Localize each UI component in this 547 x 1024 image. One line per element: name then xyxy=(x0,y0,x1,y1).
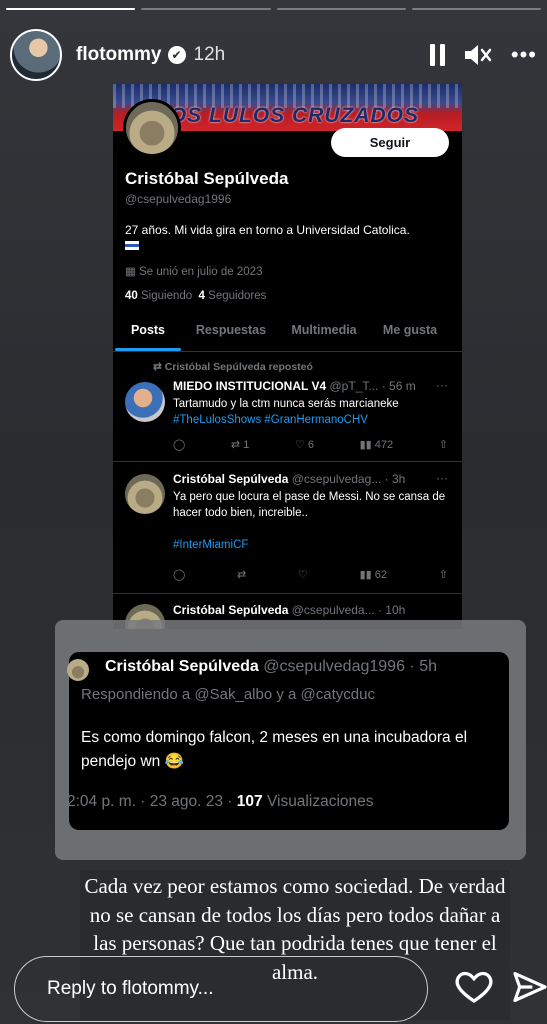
heart-icon[interactable] xyxy=(454,966,494,1006)
repost-label: Cristóbal Sepúlveda reposteó xyxy=(164,361,313,373)
tweet-hashtags[interactable]: #TheLulosShows #GranHermanoCHV xyxy=(173,414,368,426)
share-icon[interactable]: ⇧ xyxy=(439,438,448,451)
progress-segment xyxy=(6,8,136,10)
tab-me-gusta[interactable]: Me gusta xyxy=(369,316,451,351)
quoted-tweet-author: Cristóbal Sepúlveda xyxy=(105,658,259,675)
following-count[interactable]: 40 xyxy=(125,290,138,302)
tweet-time: · 3h xyxy=(384,472,406,486)
followers-count[interactable]: 4 xyxy=(199,290,205,302)
profile-handle: @csepulvedag1996 xyxy=(125,192,232,206)
repost-icon: ⇄ xyxy=(153,361,165,373)
send-icon[interactable] xyxy=(511,968,547,1006)
story-username[interactable]: flotommy xyxy=(76,44,162,66)
pause-icon[interactable] xyxy=(429,44,445,66)
more-options-icon[interactable]: ••• xyxy=(511,42,537,68)
story-avatar[interactable] xyxy=(10,29,62,81)
bio-text: 27 años. Mi vida gira en torno a Univers… xyxy=(125,223,410,237)
quoted-tweet-views-label: Visualizaciones xyxy=(266,793,374,810)
tweet-actions: ◯ ⇄ 1 ♡ 6 ▮▮ 472 ⇧ xyxy=(173,438,448,451)
tweet-more-icon[interactable]: ··· xyxy=(436,378,448,392)
quoted-tweet-views-count: 107 xyxy=(236,793,263,810)
story-viewer: flotommy ✔ 12h ••• LOS LULOS CRUZADOS Se… xyxy=(0,0,547,1024)
tab-posts[interactable]: Posts xyxy=(113,316,183,351)
share-icon[interactable]: ⇧ xyxy=(439,568,448,581)
tweet-text: Ya pero que locura el pase de Messi. No … xyxy=(173,489,452,553)
tweet-author[interactable]: Cristóbal Sepúlveda xyxy=(173,603,288,617)
tweet-time: · 56 m xyxy=(381,379,416,393)
following-label[interactable]: Siguiendo xyxy=(141,290,192,302)
profile-name: Cristóbal Sepúlveda xyxy=(125,169,289,188)
tweet-item[interactable]: ⇄ Cristóbal Sepúlveda reposteó MIEDO INS… xyxy=(113,352,462,462)
quoted-tweet-meta: 2:04 p. m. · 23 ago. 23 · 107 Visualizac… xyxy=(67,793,374,811)
story-controls: ••• xyxy=(429,42,537,68)
tweet-handle: @csepulvedag... xyxy=(291,472,382,486)
reply-placeholder: Reply to flotommy... xyxy=(47,978,214,999)
tweet-text: Tartamudo y la ctm nunca serás marcianek… xyxy=(173,396,452,428)
quoted-tweet-time: · 5h xyxy=(409,658,437,675)
retweet-action[interactable]: ⇄ 1 xyxy=(231,438,249,451)
follow-button[interactable]: Seguir xyxy=(331,128,449,157)
quoted-tweet-reply-to: Respondiendo a @Sak_albo y a @catycduc xyxy=(81,686,375,703)
repost-indicator: ⇄ Cristóbal Sepúlveda reposteó xyxy=(153,361,313,373)
tweet-body: Tartamudo y la ctm nunca serás marcianek… xyxy=(173,398,399,410)
tweet-more-icon[interactable]: ··· xyxy=(436,471,448,485)
tab-respuestas[interactable]: Respuestas xyxy=(183,316,279,351)
calendar-icon: ▦ xyxy=(125,266,140,278)
tweet-author[interactable]: MIEDO INSTITUCIONAL V4 xyxy=(173,379,326,393)
quoted-tweet-handle: @csepulvedag1996 xyxy=(263,658,405,675)
reply-icon[interactable]: ◯ xyxy=(173,568,185,581)
twitter-profile-screenshot: LOS LULOS CRUZADOS Seguir Cristóbal Sepú… xyxy=(113,84,462,629)
tweet-handle: @csepulveda... xyxy=(291,603,375,617)
tweet-header: Cristóbal Sepúlveda @csepulvedag... · 3h xyxy=(173,472,454,486)
mute-icon[interactable] xyxy=(463,42,493,68)
tweet-header: Cristóbal Sepúlveda @csepulveda... · 10h xyxy=(173,603,454,617)
retweet-count: 1 xyxy=(243,439,250,451)
tweet-body: Ya pero que locura el pase de Messi. No … xyxy=(173,491,446,519)
views-count: 62 xyxy=(374,569,388,581)
story-header: flotommy ✔ 12h ••• xyxy=(10,29,537,81)
quoted-tweet-avatar xyxy=(67,659,89,681)
profile-tabs: Posts Respuestas Multimedia Me gusta xyxy=(113,316,462,352)
tab-multimedia[interactable]: Multimedia xyxy=(279,316,369,351)
tweet-time: · 10h xyxy=(377,603,406,617)
progress-segment xyxy=(411,8,541,10)
views-count: 472 xyxy=(374,439,394,451)
quoted-tweet-header: Cristóbal Sepúlveda @csepulvedag1996 · 5… xyxy=(105,658,437,676)
tweet-actions: ◯ ⇄ ♡ ▮▮ 62 ⇧ xyxy=(173,568,448,581)
retweet-icon[interactable]: ⇄ xyxy=(237,568,246,581)
verified-icon: ✔ xyxy=(167,46,186,64)
finland-flag-icon xyxy=(125,241,139,250)
like-count: 6 xyxy=(307,439,314,451)
story-time: 12h xyxy=(193,44,226,65)
views-action[interactable]: ▮▮ 62 xyxy=(360,568,387,581)
followers-label[interactable]: Seguidores xyxy=(208,290,266,302)
quoted-tweet-text: Es como domingo falcon, 2 meses en una i… xyxy=(81,729,468,770)
progress-segment xyxy=(141,8,271,10)
reply-icon[interactable]: ◯ xyxy=(173,438,185,451)
like-icon[interactable]: ♡ xyxy=(298,568,308,581)
tweet-handle: @pT_T... xyxy=(329,379,379,393)
progress-segment xyxy=(276,8,406,10)
quoted-tweet-frame: Cristóbal Sepúlveda @csepulvedag1996 · 5… xyxy=(55,620,526,860)
quoted-tweet-timestamp: 2:04 p. m. · 23 ago. 23 · xyxy=(67,793,233,810)
tweet-item[interactable]: Cristóbal Sepúlveda @csepulvedag... · 3h… xyxy=(113,462,462,594)
profile-follow-counts: 40 Siguiendo 4 Seguidores xyxy=(125,290,266,302)
joined-text: Se unió en julio de 2023 xyxy=(139,266,263,278)
tweet-hashtags[interactable]: #InterMiamiCF xyxy=(173,539,248,551)
tweet-avatar[interactable] xyxy=(125,382,165,422)
tweet-header: MIEDO INSTITUCIONAL V4 @pT_T... · 56 m xyxy=(173,379,454,393)
reply-input[interactable]: Reply to flotommy... xyxy=(14,956,428,1022)
story-progress-bars xyxy=(6,8,541,10)
profile-avatar xyxy=(123,99,181,157)
tweet-author[interactable]: Cristóbal Sepúlveda xyxy=(173,472,288,486)
tweet-avatar[interactable] xyxy=(125,474,165,514)
views-action[interactable]: ▮▮ 472 xyxy=(360,438,394,451)
profile-joined: ▦ Se unió en julio de 2023 xyxy=(125,264,262,278)
like-action[interactable]: ♡ 6 xyxy=(295,438,314,451)
profile-bio: 27 años. Mi vida gira en torno a Univers… xyxy=(125,222,452,254)
